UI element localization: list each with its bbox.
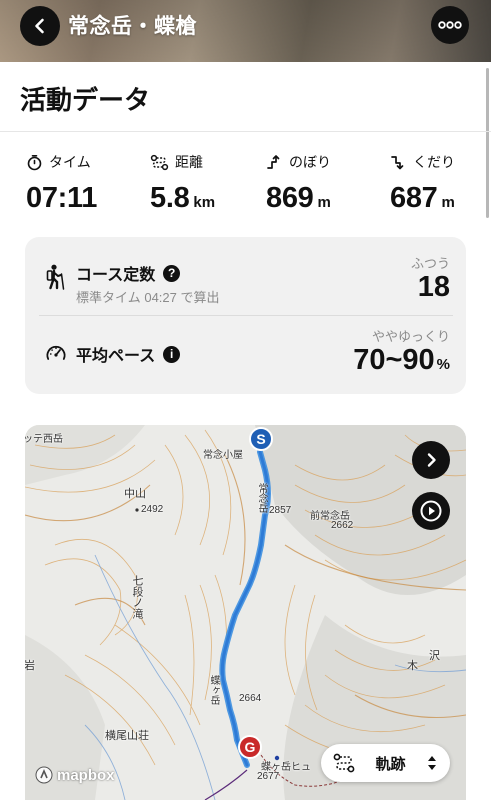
chevron-right-icon [427,453,436,467]
stat-descent-unit: m [441,194,455,211]
chevron-left-icon [35,18,44,34]
stat-descent-value: 687 [390,182,438,214]
map-label-jonen-hut: 常念小屋 [203,450,243,461]
map-label-peak-2492: 2492 [141,504,164,515]
map-label-peak-2677: 2677 [257,771,280,782]
more-options-button[interactable] [431,6,469,44]
map-label-chogatake: 蝶ヶ岳 [208,675,219,705]
map-label-nakayama: 中山 [124,488,146,500]
goal-marker[interactable]: G [238,735,262,759]
route-icon [333,753,355,773]
stat-time-value: 07:11 [26,182,98,214]
divider [0,131,491,132]
stat-time-label: タイム [49,154,91,170]
stat-time: タイム 07:11 [26,150,97,215]
course-info-card: コース定数 ? 標準タイム 04:27 で算出 ふつう 18 平均ペース i や… [25,237,466,394]
route-icon [150,154,169,170]
map-label-nanadan: 七段ノ滝 [131,575,143,619]
map-label-iwa: 岩 [25,660,35,672]
stat-ascent-unit: m [317,194,331,211]
track-display-selector[interactable]: 軌跡 [321,744,450,782]
route-map[interactable]: ッテ西岳 常念小屋 常念岳 2857 前常念岳 2662 中山 2492 七段ノ… [25,425,466,800]
stat-distance: 距離 5.8 km [150,150,215,215]
map-label-jonendake: 常念岳 [256,483,267,513]
mapbox-logo-icon [35,766,53,784]
course-constant-rating: ふつう [410,256,450,271]
mapbox-attribution-text: mapbox [57,766,115,784]
avg-pace-title: 平均ペース [76,348,156,365]
activity-stats: タイム 07:11 距離 5.8 km のぼり 869 m くだり 687 m [0,150,491,220]
map-label-tsubame: ッテ西岳 [25,434,63,445]
course-constant-row: コース定数 ? 標準タイム 04:27 で算出 ふつう 18 [25,237,466,315]
course-constant-title: コース定数 [76,267,156,284]
stat-distance-label: 距離 [175,154,203,170]
stat-ascent: のぼり 869 m [266,150,331,215]
play-circle-icon [420,500,442,522]
map-label-sawa: 沢 [429,650,440,662]
header-banner: 常念岳・蝶槍 [0,0,491,62]
avg-pace-row: 平均ペース i ややゆっくり 70~90% [25,316,466,394]
stat-distance-unit: km [193,194,216,211]
speedometer-icon [46,345,66,360]
track-display-label: 軌跡 [375,755,406,773]
avg-pace-unit: % [436,356,450,373]
map-label-ki: 木 [407,660,418,672]
sort-arrows-icon [428,756,436,770]
course-constant-subtitle: 標準タイム 04:27 で算出 [76,290,220,305]
hiker-icon [46,264,65,290]
back-button[interactable] [20,6,60,46]
ellipsis-icon [438,21,462,29]
map-label-peak-2664: 2664 [239,693,262,704]
section-title: 活動データ [20,85,151,115]
stat-descent-label: くだり [413,154,455,170]
page-title: 常念岳・蝶槍 [68,15,197,38]
map-label-peak-2662: 2662 [331,520,354,531]
stat-descent: くだり 687 m [390,150,455,215]
mapbox-attribution[interactable]: mapbox [35,766,115,784]
map-playback-button[interactable] [412,492,450,530]
avg-pace-value: 70~90 [353,344,435,376]
avg-pace-rating: ややゆっくり [371,329,450,344]
descent-arrow-icon [391,155,404,169]
map-expand-button[interactable] [412,441,450,479]
stat-ascent-label: のぼり [289,154,331,170]
start-marker[interactable]: S [249,427,273,451]
course-constant-value: 18 [417,271,450,303]
stat-ascent-value: 869 [266,182,314,214]
map-label-yokoo: 横尾山荘 [105,730,149,742]
ascent-arrow-icon [267,154,280,169]
stopwatch-icon [27,154,42,170]
stat-distance-value: 5.8 [150,182,190,214]
info-icon[interactable]: i [163,345,181,363]
help-icon[interactable]: ? [163,264,181,282]
map-label-peak-2857: 2857 [269,505,292,516]
